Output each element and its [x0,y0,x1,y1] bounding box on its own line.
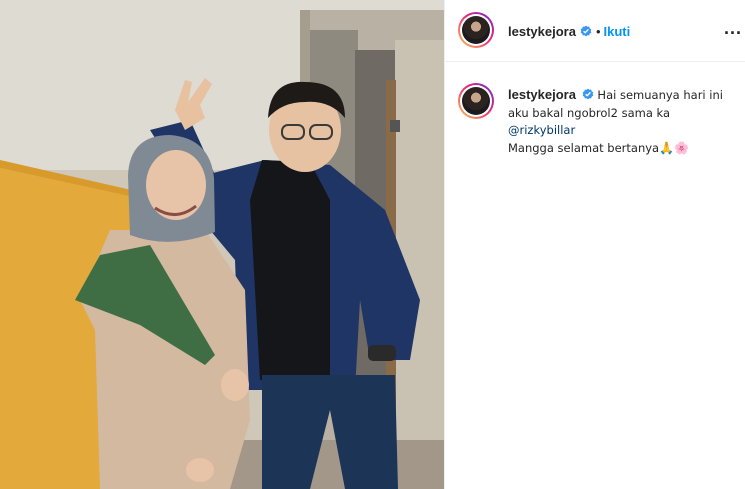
profile-picture [462,16,490,44]
caption-avatar[interactable] [458,83,494,119]
verified-badge-icon [580,24,592,37]
caption-line-3: Mangga selamat bertanya [508,140,660,155]
more-options-icon[interactable]: ... [724,18,742,39]
caption-emojis: 🙏🌸 [659,140,689,155]
caption-line-2: aku bakal ngobrol2 sama ka [508,105,671,120]
post-photo[interactable] [0,0,444,489]
post-header: lestykejora • Ikuti ... [445,0,745,62]
caption-username[interactable]: lestykejora [508,87,576,102]
follow-button[interactable]: Ikuti [604,24,631,39]
caption-line-1: Hai semuanya hari ini [597,88,723,102]
post-photo-illustration [0,0,444,489]
header-username[interactable]: lestykejora [508,24,576,39]
header-avatar[interactable] [458,12,494,48]
profile-picture [462,87,490,115]
post-side-panel: lestykejora • Ikuti ... lestykejora Hai se… [444,0,745,489]
post-caption: lestykejora Hai semuanya hari ini aku ba… [508,86,738,157]
mention-link[interactable]: @rizkybillar [508,123,575,137]
separator-dot: • [595,24,601,39]
verified-badge-icon [582,88,594,100]
